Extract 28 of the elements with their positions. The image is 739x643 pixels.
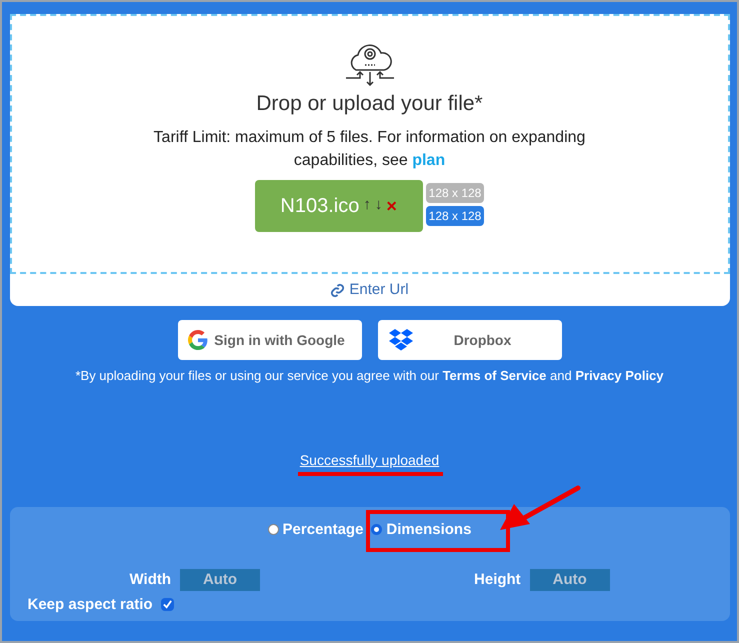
terms-link[interactable]: Terms of Service xyxy=(442,368,546,383)
drop-zone[interactable]: Drop or upload your file* Tariff Limit: maximum of 5 files. For information on expanding capabilities, see plan N103.ico ↑ ↓ × 128 x 128 128 x 128 xyxy=(10,14,730,274)
mode-radio[interactable]: Dimensions xyxy=(371,518,472,541)
dropbox-button[interactable]: Dropbox xyxy=(378,320,562,360)
drop-title: Drop or upload your file* xyxy=(256,91,483,117)
cloud-upload-icon xyxy=(344,42,396,86)
terms-text: *By uploading your files or using our service you agree with our Terms of Service and Privacy Policy xyxy=(75,367,664,385)
height-label: Height xyxy=(474,570,521,590)
dropbox-icon xyxy=(388,328,414,352)
privacy-link[interactable]: Privacy Policy xyxy=(575,368,664,383)
status-text: Successfully uploaded xyxy=(300,450,440,470)
mode-radio[interactable]: Percentage xyxy=(268,518,364,541)
width-label: Width xyxy=(130,570,172,590)
tariff-text: Tariff Limit: maximum of 5 files. For information on expanding capabilities, see plan xyxy=(152,128,586,170)
link-icon xyxy=(330,282,346,298)
size-tag: 128 x 128 xyxy=(426,182,484,202)
keep-ratio-checkbox[interactable] xyxy=(160,598,174,612)
width-field[interactable]: Auto xyxy=(180,569,260,592)
height-field[interactable]: Auto xyxy=(530,569,610,592)
move-up-button[interactable]: ↑ xyxy=(363,194,371,217)
keep-ratio-label: Keep aspect ratio xyxy=(28,594,153,614)
plan-link[interactable]: plan xyxy=(412,152,446,168)
enter-url-link[interactable]: Enter Url xyxy=(330,274,409,306)
google-sign-in-button[interactable]: Sign in with Google xyxy=(178,320,362,360)
google-icon xyxy=(188,330,208,350)
size-tag: 128 x 128 xyxy=(426,206,484,226)
file-name: N103.ico xyxy=(280,194,360,218)
move-down-button[interactable]: ↓ xyxy=(374,194,382,217)
